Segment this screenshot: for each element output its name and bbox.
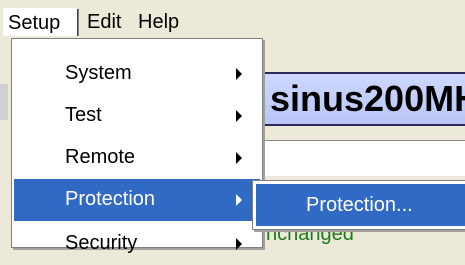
submenu-item-protection[interactable]: Protection...	[256, 184, 465, 226]
menu-item-security[interactable]: Security	[14, 223, 260, 265]
menu-item-label: Test	[65, 104, 102, 126]
device-banner-title: sinus200MH	[270, 78, 465, 119]
menu-item-label: System	[65, 62, 132, 84]
submenu-arrow-icon	[236, 68, 242, 80]
setup-dropdown-menu: System Test Remote Protection Security	[11, 38, 263, 254]
menu-item-test[interactable]: Test	[14, 95, 260, 137]
submenu-item-label: Protection...	[306, 194, 413, 216]
submenu-arrow-icon	[236, 238, 242, 250]
submenu-arrow-icon	[236, 110, 242, 122]
menu-help[interactable]: Help	[134, 8, 196, 36]
submenu-arrow-icon	[236, 194, 242, 206]
background-field	[260, 140, 465, 176]
menu-item-label: Protection	[65, 188, 156, 210]
menu-item-system[interactable]: System	[14, 53, 260, 95]
background-panel-edge	[0, 84, 8, 120]
menu-setup[interactable]: Setup	[3, 8, 79, 36]
protection-submenu: Protection...	[252, 180, 465, 230]
submenu-arrow-icon	[236, 152, 242, 164]
menu-edit[interactable]: Edit	[83, 8, 129, 36]
menu-item-protection[interactable]: Protection	[14, 179, 260, 221]
menu-item-remote[interactable]: Remote	[14, 137, 260, 179]
menu-item-label: Remote	[65, 146, 136, 168]
menu-item-label: Security	[65, 232, 138, 254]
